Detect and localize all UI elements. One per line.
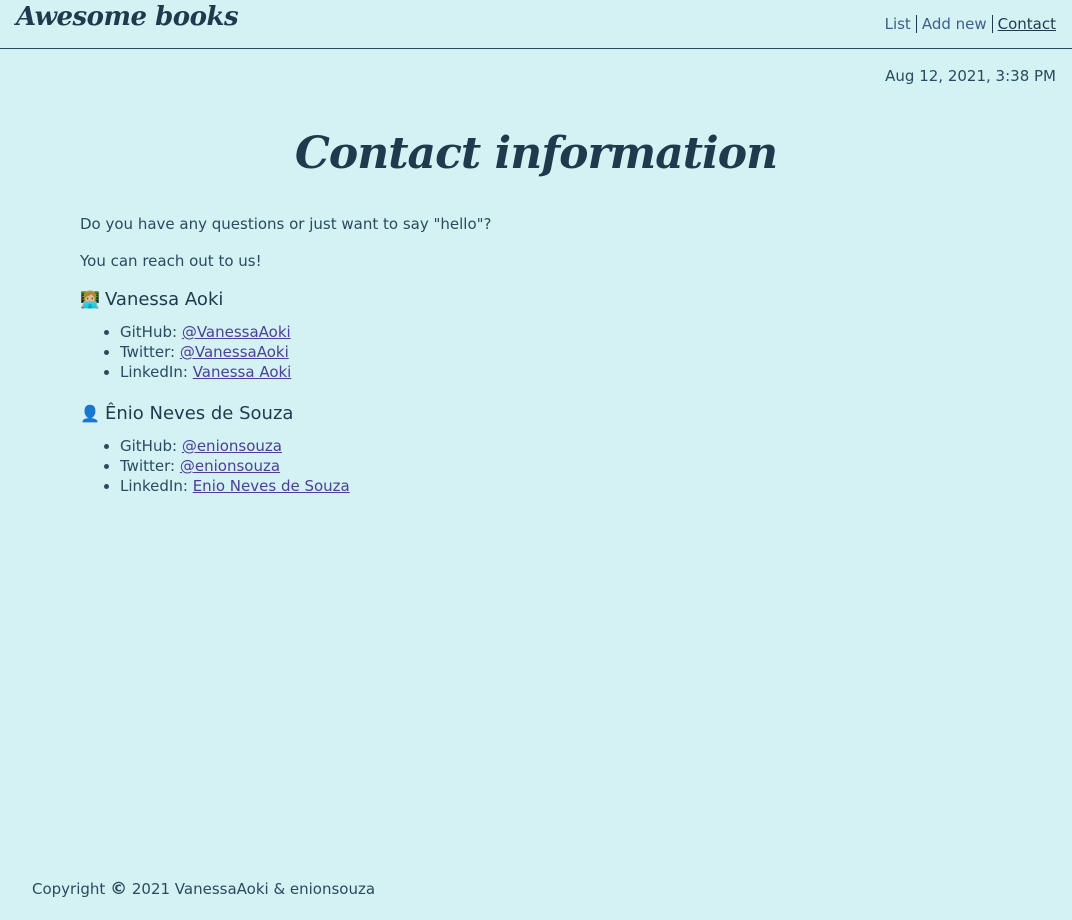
- user-silhouette-icon: 👤: [80, 404, 100, 423]
- contact-label: Twitter:: [120, 457, 176, 475]
- nav-link-contact[interactable]: Contact: [993, 15, 1056, 33]
- page-title: Contact information: [294, 128, 778, 179]
- contact-item-github: GitHub: @VanessaAoki: [120, 322, 980, 342]
- person-name: Ênio Neves de Souza: [105, 403, 294, 424]
- contact-item-github: GitHub: @enionsouza: [120, 436, 980, 456]
- contact-item-linkedin: LinkedIn: Enio Neves de Souza: [120, 476, 980, 496]
- twitter-link[interactable]: @enionsouza: [180, 457, 280, 475]
- main-nav: List Add new Contact: [885, 15, 1056, 33]
- contact-label: Twitter:: [120, 343, 176, 361]
- contact-label: GitHub:: [120, 323, 178, 341]
- person-name: Vanessa Aoki: [105, 289, 224, 310]
- logo[interactable]: Awesome books: [16, 2, 239, 32]
- contact-label: LinkedIn:: [120, 363, 188, 381]
- intro-text: Do you have any questions or just want t…: [80, 215, 492, 233]
- github-link[interactable]: @enionsouza: [182, 437, 282, 455]
- contact-item-twitter: Twitter: @enionsouza: [120, 456, 980, 476]
- contact-item-linkedin: LinkedIn: Vanessa Aoki: [120, 362, 980, 382]
- contact-item-twitter: Twitter: @VanessaAoki: [120, 342, 980, 362]
- linkedin-link[interactable]: Vanessa Aoki: [193, 363, 292, 381]
- nav-link-list[interactable]: List: [885, 15, 916, 33]
- twitter-link[interactable]: @VanessaAoki: [180, 343, 289, 361]
- nav-link-add-new[interactable]: Add new: [917, 15, 992, 33]
- contact-label: LinkedIn:: [120, 477, 188, 495]
- copyright-icon: ©: [110, 879, 128, 899]
- linkedin-link[interactable]: Enio Neves de Souza: [193, 477, 350, 495]
- header: Awesome books List Add new Contact: [0, 0, 1072, 49]
- footer: Copyright © 2021 VanessaAoki & enionsouz…: [32, 879, 375, 899]
- contact-links-enio: GitHub: @enionsouza Twitter: @enionsouza…: [80, 436, 980, 496]
- copyright-text: 2021 VanessaAoki & enionsouza: [131, 880, 376, 898]
- woman-technologist-icon: 👩🏼‍💻: [80, 290, 100, 309]
- contact-label: GitHub:: [120, 437, 178, 455]
- person-heading-vanessa: 👩🏼‍💻 Vanessa Aoki: [80, 288, 980, 312]
- copyright-prefix: Copyright: [32, 880, 106, 898]
- person-heading-enio: 👤 Ênio Neves de Souza: [80, 402, 980, 426]
- reach-text: You can reach out to us!: [80, 252, 262, 270]
- github-link[interactable]: @VanessaAoki: [182, 323, 291, 341]
- current-date: Aug 12, 2021, 3:38 PM: [885, 67, 1056, 85]
- contact-section: Do you have any questions or just want t…: [80, 214, 980, 516]
- contact-links-vanessa: GitHub: @VanessaAoki Twitter: @VanessaAo…: [80, 322, 980, 382]
